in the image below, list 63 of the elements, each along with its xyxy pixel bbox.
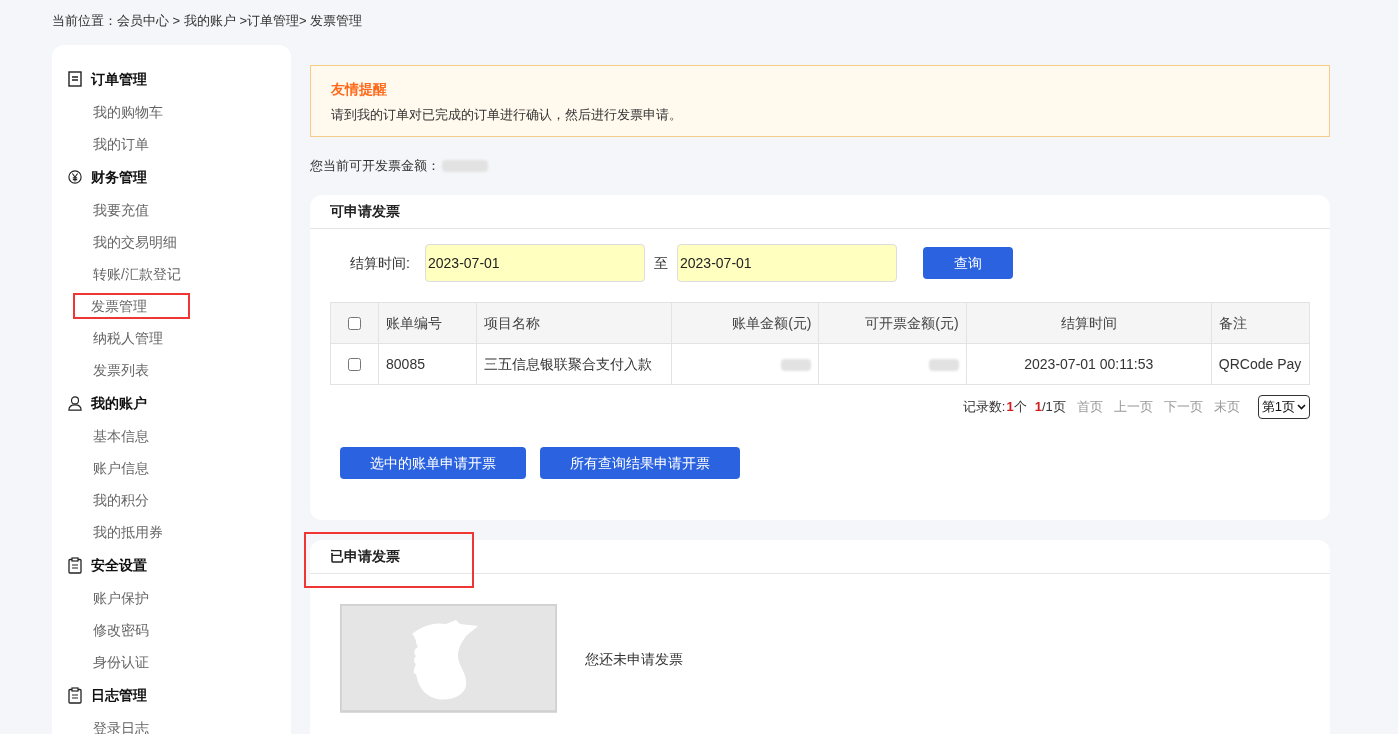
breadcrumb-label: 当前位置： [52, 12, 117, 30]
sidebar-group-title[interactable]: 订单管理 [91, 68, 147, 90]
sidebar-group-title[interactable]: 我的账户 [91, 392, 147, 414]
notice-title: 友情提醒 [331, 80, 388, 99]
apply-invoice-button[interactable]: 所有查询结果申请开票 [540, 447, 740, 479]
sidebar-item[interactable]: 我的抵用券 [75, 519, 165, 545]
column-header: 备注 [1211, 302, 1310, 344]
sidebar-group-title[interactable]: 安全设置 [91, 554, 147, 576]
column-header: 账单金额(元) [671, 302, 819, 344]
column-header: 结算时间 [966, 302, 1212, 344]
yen-icon [68, 169, 82, 185]
sidebar-group-title[interactable]: 财务管理 [91, 166, 147, 188]
select-all-checkbox[interactable] [348, 317, 361, 331]
amount-label: 您当前可开发票金额： [310, 157, 440, 176]
sidebar-item[interactable]: 账户信息 [75, 455, 151, 481]
card-title: 已申请发票 [330, 547, 400, 566]
page-select[interactable]: 第1页 [1257, 395, 1310, 419]
row-checkbox[interactable] [348, 358, 361, 372]
user-icon [68, 394, 82, 412]
empty-message: 您还未申请发票 [585, 649, 683, 669]
document-icon [68, 71, 82, 87]
column-header: 账单编号 [378, 302, 477, 344]
table-cell: QRCode Pay [1211, 343, 1310, 385]
clipboard-icon [68, 686, 82, 704]
notice-text: 请到我的订单对已完成的订单进行确认，然后进行发票申请。 [331, 106, 683, 124]
range-separator: 至 [653, 253, 669, 273]
redaction-blur [928, 358, 959, 371]
sidebar-item[interactable]: 修改密码 [75, 617, 151, 643]
sidebar-item[interactable]: 登录日志 [75, 715, 151, 734]
table-cell: 三五信息银联聚合支付入款 [476, 343, 672, 385]
sidebar-item[interactable]: 我的购物车 [75, 99, 165, 125]
chevron-down-icon [1297, 404, 1306, 410]
breadcrumb-path: 会员中心 > 我的账户 >订单管理> 发票管理 [117, 12, 363, 30]
card-title: 可申请发票 [330, 202, 400, 221]
table-cell: 2023-07-01 00:11:53 [966, 343, 1212, 385]
record-count-label: 记录数: [962, 398, 1006, 417]
page-total: /1页 [1041, 398, 1066, 417]
sidebar-item[interactable]: 转账/汇款登记 [75, 261, 183, 287]
count-unit: 个 [1013, 398, 1027, 417]
sidebar-item[interactable]: 我的积分 [75, 487, 151, 513]
sidebar-item[interactable]: 发票管理 [73, 293, 190, 319]
clipboard-icon [68, 556, 82, 574]
date-field[interactable]: 2023-07-01 [425, 244, 645, 282]
column-header: 项目名称 [476, 302, 672, 344]
current-page: 1 [1034, 398, 1042, 417]
sidebar-item[interactable]: 我要充值 [75, 197, 151, 223]
sidebar-item[interactable]: 我的订单 [75, 131, 151, 157]
column-header: 可开票金额(元) [818, 302, 967, 344]
redaction-blur [442, 160, 488, 172]
search-button[interactable]: 查询 [923, 247, 1013, 279]
sidebar-item[interactable]: 纳税人管理 [75, 325, 165, 351]
sidebar-item[interactable]: 我的交易明细 [75, 229, 179, 255]
filter-label: 结算时间: [350, 253, 411, 273]
sidebar-item[interactable]: 基本信息 [75, 423, 151, 449]
sidebar-item[interactable]: 发票列表 [75, 357, 151, 383]
redaction-blur [781, 358, 812, 371]
apply-invoice-button[interactable]: 选中的账单申请开票 [340, 447, 526, 479]
table-cell: 80085 [378, 343, 477, 385]
sidebar-item[interactable]: 账户保护 [75, 585, 151, 611]
record-count: 1 [1006, 398, 1014, 417]
sidebar-item[interactable]: 身份认证 [75, 649, 151, 675]
date-field[interactable]: 2023-07-01 [677, 244, 897, 282]
sidebar-group-title[interactable]: 日志管理 [91, 684, 147, 706]
